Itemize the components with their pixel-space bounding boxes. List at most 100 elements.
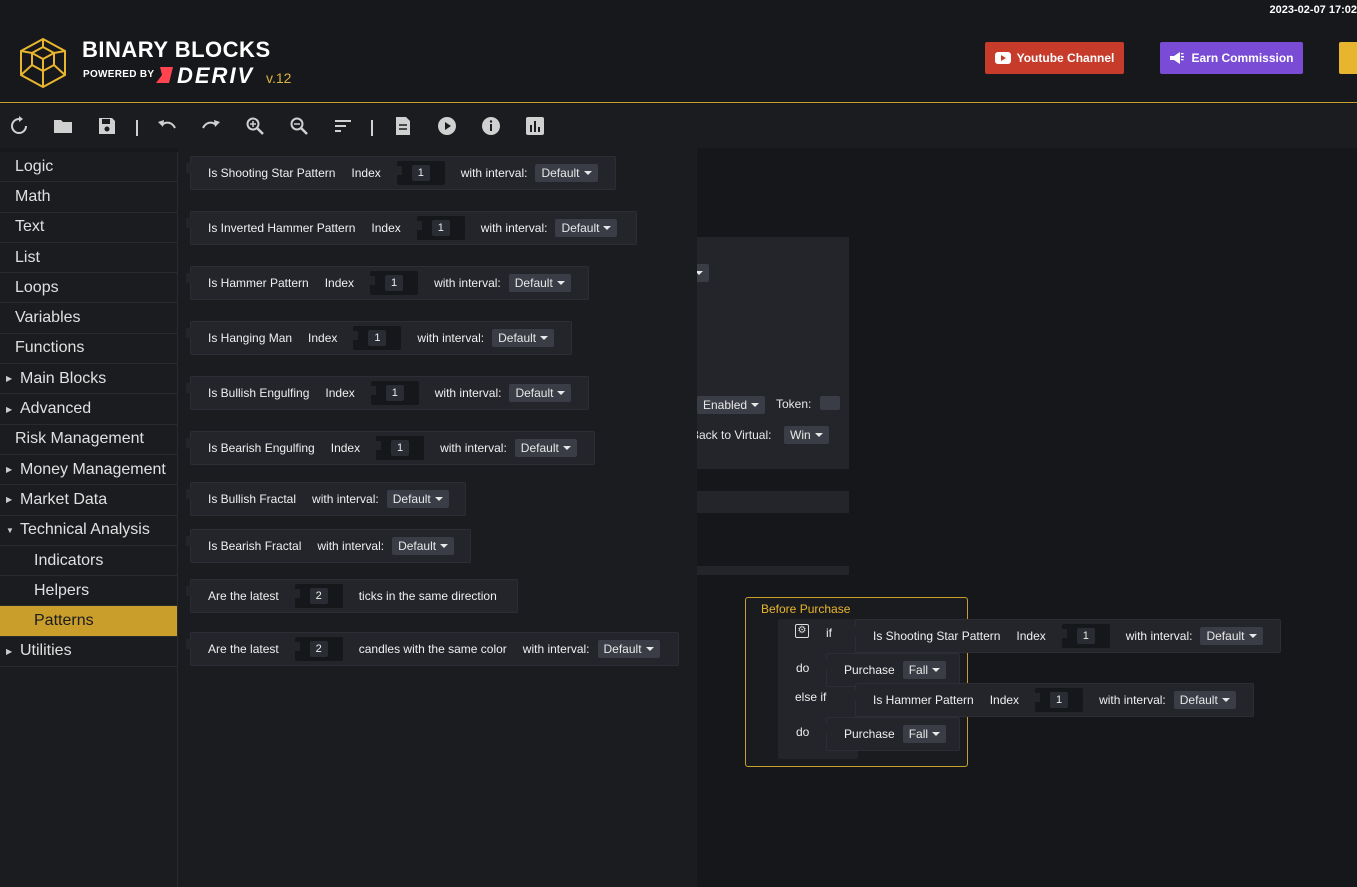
block-name: Is Shooting Star Pattern <box>208 166 336 180</box>
bearish-engulfing-block[interactable]: Is Bearish Engulfing Index 1 with interv… <box>186 431 595 465</box>
condition-shooting-star-block[interactable]: Is Shooting Star Pattern Index 1 with in… <box>851 619 1281 653</box>
purchase-type-dropdown[interactable]: Fall <box>902 725 947 743</box>
token-label: Token: <box>776 397 812 411</box>
index-input[interactable]: 1 <box>416 216 465 240</box>
sidebar-item-technical-analysis[interactable]: ▼ Technical Analysis <box>0 516 177 546</box>
interval-dropdown[interactable]: Default <box>492 329 555 347</box>
undo-icon[interactable] <box>155 114 179 138</box>
info-icon[interactable] <box>479 114 503 138</box>
purchase-type-dropdown[interactable]: Fall <box>902 661 947 679</box>
enabled-dropdown[interactable]: Enabled <box>697 396 766 414</box>
earn-commission-label: Earn Commission <box>1191 51 1294 65</box>
interval-label: with interval: <box>312 492 379 506</box>
hanging-man-block[interactable]: Is Hanging Man Index 1 with interval: De… <box>186 321 572 355</box>
interval-dropdown[interactable]: Default <box>392 537 455 555</box>
chart-icon[interactable] <box>523 114 547 138</box>
inverted-hammer-pattern-block[interactable]: Is Inverted Hammer Pattern Index 1 with … <box>186 211 637 245</box>
token-input[interactable] <box>820 396 840 410</box>
run-icon[interactable] <box>435 114 459 138</box>
sidebar-item-helpers[interactable]: Helpers <box>0 576 177 607</box>
bullish-engulfing-block[interactable]: Is Bullish Engulfing Index 1 with interv… <box>186 376 589 410</box>
open-folder-icon[interactable] <box>51 114 75 138</box>
block-category-sidebar: Logic Math Text List Loops Variables Fun… <box>0 152 178 887</box>
interval-dropdown[interactable]: Default <box>509 384 572 402</box>
interval-dropdown[interactable]: Default <box>1173 691 1236 709</box>
purchase-block[interactable]: Purchase Fall <box>822 653 960 687</box>
sidebar-item-risk-management[interactable]: Risk Management <box>0 425 177 455</box>
sidebar-item-label: Helpers <box>34 581 90 599</box>
blockly-workspace[interactable]: Enabled Token: Back to Virtual: Win Befo… <box>178 148 1357 887</box>
condition-hammer-block[interactable]: Is Hammer Pattern Index 1 with interval:… <box>851 683 1254 717</box>
interval-dropdown[interactable]: Default <box>597 640 660 658</box>
interval-dropdown[interactable]: Default <box>535 164 598 182</box>
index-input[interactable]: 1 <box>370 381 419 405</box>
interval-dropdown[interactable]: Default <box>1200 627 1263 645</box>
partial-block[interactable] <box>697 491 849 513</box>
bullish-fractal-block[interactable]: Is Bullish Fractal with interval: Defaul… <box>186 482 466 516</box>
sidebar-item-math[interactable]: Math <box>0 182 177 213</box>
interval-dropdown[interactable]: Default <box>555 219 618 237</box>
index-label: Index <box>324 276 355 290</box>
partial-block[interactable] <box>697 566 849 575</box>
logs-icon[interactable] <box>391 114 415 138</box>
purchase-block[interactable]: Purchase Fall <box>822 717 960 751</box>
chevron-down-icon <box>1221 698 1230 702</box>
chevron-down-icon <box>556 281 565 285</box>
index-input[interactable]: 1 <box>370 271 419 295</box>
interval-label: with interval: <box>434 386 502 400</box>
zoom-out-icon[interactable] <box>287 114 311 138</box>
index-input[interactable]: 1 <box>376 436 425 460</box>
interval-dropdown[interactable]: Default <box>386 490 449 508</box>
gear-icon[interactable]: ⚙ <box>795 624 809 638</box>
shooting-star-pattern-block[interactable]: Is Shooting Star Pattern Index 1 with in… <box>186 156 616 190</box>
redo-icon[interactable] <box>199 114 223 138</box>
count-input[interactable]: 2 <box>294 584 343 608</box>
chevron-down-icon <box>603 226 612 230</box>
extra-header-button[interactable] <box>1339 42 1357 74</box>
block-name: Is Bearish Fractal <box>208 539 302 553</box>
index-input[interactable]: 1 <box>353 326 402 350</box>
sidebar-item-list[interactable]: List <box>0 243 177 274</box>
chevron-down-icon <box>562 446 571 450</box>
interval-dropdown[interactable]: Default <box>514 439 577 457</box>
candles-same-color-block[interactable]: Are the latest 2 candles with the same c… <box>186 632 679 666</box>
sidebar-item-main-blocks[interactable]: ▶ Main Blocks <box>0 364 177 395</box>
sort-blocks-icon[interactable] <box>331 114 355 138</box>
toolbar-divider <box>136 120 138 136</box>
earn-commission-button[interactable]: Earn Commission <box>1160 42 1303 74</box>
save-icon[interactable] <box>95 114 119 138</box>
zoom-in-icon[interactable] <box>243 114 267 138</box>
chevron-down-icon <box>540 336 549 340</box>
sidebar-item-market-data[interactable]: ▶ Market Data <box>0 485 177 516</box>
sidebar-item-utilities[interactable]: ▶ Utilities <box>0 637 177 668</box>
youtube-channel-button[interactable]: Youtube Channel <box>985 42 1124 74</box>
sidebar-item-patterns[interactable]: Patterns <box>0 606 177 637</box>
header: 2023-02-07 17:02 BINARY BLOCKS POWERED B… <box>0 0 1357 103</box>
sidebar-item-logic[interactable]: Logic <box>0 152 177 183</box>
index-input[interactable]: 1 <box>1035 688 1084 712</box>
sidebar-item-money-management[interactable]: ▶ Money Management <box>0 455 177 486</box>
sidebar-item-label: Logic <box>15 157 54 175</box>
reset-icon[interactable] <box>7 114 31 138</box>
toolbar <box>0 104 1357 148</box>
enabled-dropdown-value: Enabled <box>703 398 748 412</box>
sidebar-item-advanced[interactable]: ▶ Advanced <box>0 394 177 425</box>
deriv-wordmark: DERIV <box>177 63 255 88</box>
interval-label: with interval: <box>317 539 385 553</box>
bearish-fractal-block[interactable]: Is Bearish Fractal with interval: Defaul… <box>186 529 471 563</box>
sidebar-item-text[interactable]: Text <box>0 213 177 243</box>
server-datetime: 2023-02-07 17:02 <box>1269 4 1357 16</box>
sidebar-item-indicators[interactable]: Indicators <box>0 546 177 577</box>
index-input[interactable]: 1 <box>396 161 445 185</box>
sidebar-item-loops[interactable]: Loops <box>0 273 177 304</box>
index-input[interactable]: 1 <box>1061 624 1110 648</box>
sidebar-item-functions[interactable]: Functions <box>0 334 177 365</box>
count-input[interactable]: 2 <box>294 637 343 661</box>
hammer-pattern-block[interactable]: Is Hammer Pattern Index 1 with interval:… <box>186 266 589 300</box>
back-to-virtual-dropdown[interactable]: Win <box>784 426 829 444</box>
interval-dropdown[interactable]: Default <box>508 274 571 292</box>
sidebar-item-variables[interactable]: Variables <box>0 303 177 334</box>
do-keyword: do <box>796 725 810 739</box>
chevron-down-icon <box>434 497 443 501</box>
ticks-same-direction-block[interactable]: Are the latest 2 ticks in the same direc… <box>186 579 518 613</box>
